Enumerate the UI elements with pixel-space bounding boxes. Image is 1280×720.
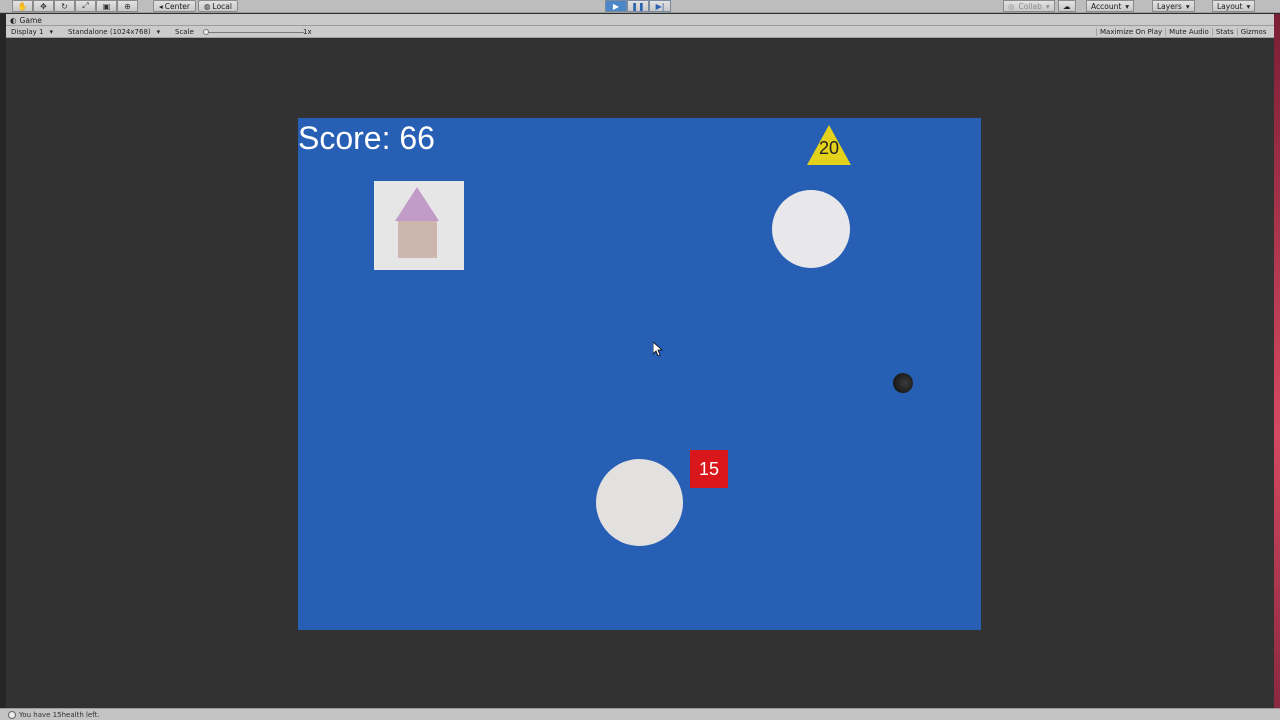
step-button[interactable]: ▶| [649,0,671,12]
chevron-down-icon: ▾ [1185,1,1190,11]
chevron-down-icon: ▾ [1125,1,1130,11]
red-square-value: 15 [698,458,720,479]
house-tile [374,181,464,270]
chevron-down-icon: ▾ [1045,1,1050,11]
globe-icon: ◍ [204,1,211,11]
status-bar: You have 15health left. [0,708,1280,720]
collab-dropdown[interactable]: ◎ Collab ▾ [1003,0,1055,12]
layout-dropdown[interactable]: Layout ▾ [1212,0,1256,12]
house-roof [395,187,439,221]
pivot-toggle-button[interactable]: ◂ Center [153,0,197,12]
info-icon [8,710,16,719]
pause-button[interactable]: ❚❚ [627,0,649,12]
layout-label: Layout [1217,1,1243,11]
game-tab-icon: ◐ [10,15,17,25]
score-text: Score: 66 [298,120,435,156]
main-toolbar: ✋ ✥ ↻ ⤢ ▣ ⊕ ◂ Center ◍ Local ▶ ❚❚ ▶| ◎ C… [0,0,1280,13]
move-tool-icon[interactable]: ✥ [33,0,54,12]
layers-label: Layers [1157,1,1182,11]
red-square-enemy: 15 [690,450,728,488]
play-button[interactable]: ▶ [605,0,627,12]
pause-icon: ❚❚ [631,1,645,11]
game-view-toggles: Maximize On Play Mute Audio Stats Gizmos [1096,26,1269,38]
rotate-tool-icon[interactable]: ↻ [54,0,75,12]
chevron-down-icon: ▾ [1246,1,1251,11]
dark-ball [893,373,913,393]
display-label: Display 1 [11,28,44,36]
resolution-label: Standalone (1024x768) [68,28,151,36]
scale-slider[interactable] [206,32,304,33]
game-viewport[interactable]: Score: 66 20 15 [298,118,981,630]
layers-dropdown[interactable]: Layers ▾ [1152,0,1195,12]
step-icon: ▶| [655,1,665,11]
status-message[interactable]: You have 15health left. [19,711,100,719]
space-label: Local [212,1,232,11]
game-view-controls: Display 1 ▾ Standalone (1024x768) ▾ Scal… [6,26,1274,38]
transform-tool-icon[interactable]: ⊕ [117,0,138,12]
account-dropdown[interactable]: Account ▾ [1086,0,1135,12]
cloud-icon: ☁ [1063,1,1071,11]
chevron-down-icon: ▾ [156,28,161,36]
triangle-pickup: 20 [807,125,851,165]
pivot-label: Center [164,1,191,11]
chevron-down-icon: ▾ [49,28,53,36]
tab-game[interactable]: ◐ Game [10,14,42,26]
play-icon: ▶ [612,1,620,11]
playback-controls: ▶ ❚❚ ▶| [605,0,671,12]
transform-tools: ✋ ✥ ↻ ⤢ ▣ ⊕ [12,0,138,12]
account-label: Account [1091,1,1122,11]
space-toggle-button[interactable]: ◍ Local [198,0,238,12]
player-circle [596,459,683,546]
cloud-button[interactable]: ☁ [1058,0,1076,12]
display-dropdown[interactable]: Display 1 ▾ [11,26,53,38]
scale-value-text: 1x [303,28,312,36]
unity-editor: ✋ ✥ ↻ ⤢ ▣ ⊕ ◂ Center ◍ Local ▶ ❚❚ ▶| ◎ C… [0,0,1280,720]
scale-tool-icon[interactable]: ⤢ [75,0,96,12]
rect-tool-icon[interactable]: ▣ [96,0,117,12]
scale-slider-handle[interactable] [203,29,209,35]
pivot-icon: ◂ [159,1,163,11]
house-body [398,221,437,258]
stats-toggle[interactable]: Stats [1211,28,1237,36]
maximize-on-play-toggle[interactable]: Maximize On Play [1096,28,1165,36]
game-tab-bar: ◐ Game [6,14,1274,26]
resolution-dropdown[interactable]: Standalone (1024x768) ▾ [68,26,160,38]
hand-tool-icon[interactable]: ✋ [12,0,33,12]
scale-label: Scale [175,26,194,38]
mute-audio-toggle[interactable]: Mute Audio [1165,28,1212,36]
gizmos-dropdown[interactable]: Gizmos [1236,28,1270,36]
triangle-value: 20 [818,138,840,158]
white-circle-top [772,190,850,268]
desktop-background-edge [1274,14,1280,708]
game-tab-label: Game [19,15,42,25]
collab-label: Collab [1018,1,1042,11]
scale-label-text: Scale [175,28,194,36]
collab-icon: ◎ [1008,1,1015,11]
mouse-cursor-icon [653,342,663,356]
scale-value: 1x [303,26,312,38]
